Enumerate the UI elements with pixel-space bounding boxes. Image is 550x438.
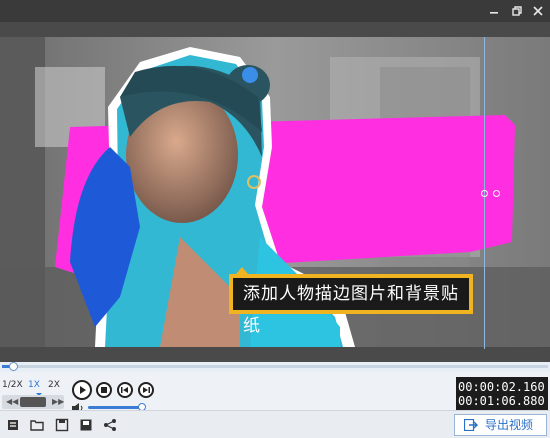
progress-knob[interactable] xyxy=(9,362,18,371)
title-bar xyxy=(0,0,550,22)
speed-up-icon[interactable]: ▶▶ xyxy=(52,397,64,406)
speed-down-icon[interactable]: ◀◀ xyxy=(6,397,18,406)
volume-slider[interactable] xyxy=(88,406,142,409)
selection-handle[interactable] xyxy=(481,190,488,197)
share-icon[interactable] xyxy=(103,418,117,432)
export-video-label: 导出视频 xyxy=(485,418,534,432)
speed-slider[interactable]: ◀◀ ▶▶ xyxy=(2,395,64,409)
open-folder-icon[interactable] xyxy=(30,418,44,432)
total-time: 00:01:06.880 xyxy=(458,394,545,408)
export-icon xyxy=(464,419,478,431)
save-icon[interactable] xyxy=(55,418,69,432)
speed-half-button[interactable]: 1/2X xyxy=(2,380,23,390)
save-as-icon[interactable] xyxy=(79,418,93,432)
minimize-icon[interactable] xyxy=(486,3,502,19)
caption-pointer xyxy=(236,267,248,274)
stop-icon xyxy=(101,387,107,393)
timecode-display: 00:00:02.160 00:01:06.880 xyxy=(456,377,548,411)
speed-slider-thumb[interactable] xyxy=(20,397,46,407)
close-icon[interactable] xyxy=(530,3,546,19)
step-back-icon xyxy=(121,387,128,393)
progress-track[interactable] xyxy=(2,362,548,371)
play-icon xyxy=(80,386,86,394)
stop-button[interactable] xyxy=(96,382,112,398)
video-preview[interactable]: 添加人物描边图片和背景贴纸 xyxy=(0,22,550,362)
selection-handle[interactable] xyxy=(493,190,500,197)
speed-2x-button[interactable]: 2X xyxy=(46,380,62,390)
step-forward-icon xyxy=(143,387,150,393)
next-frame-button[interactable] xyxy=(138,382,154,398)
caption-text: 添加人物描边图片和背景贴纸 xyxy=(233,278,469,336)
restore-icon[interactable] xyxy=(508,3,524,19)
current-time: 00:00:02.160 xyxy=(458,380,545,394)
caption-text-sticker[interactable]: 添加人物描边图片和背景贴纸 xyxy=(229,267,473,336)
crop-icon[interactable] xyxy=(6,418,20,432)
bottom-toolbar: 导出视频 xyxy=(0,410,550,438)
prev-frame-button[interactable] xyxy=(117,382,133,398)
export-video-button[interactable]: 导出视频 xyxy=(454,414,547,436)
play-button[interactable] xyxy=(72,380,92,400)
speed-1x-button[interactable]: 1X xyxy=(26,380,42,390)
